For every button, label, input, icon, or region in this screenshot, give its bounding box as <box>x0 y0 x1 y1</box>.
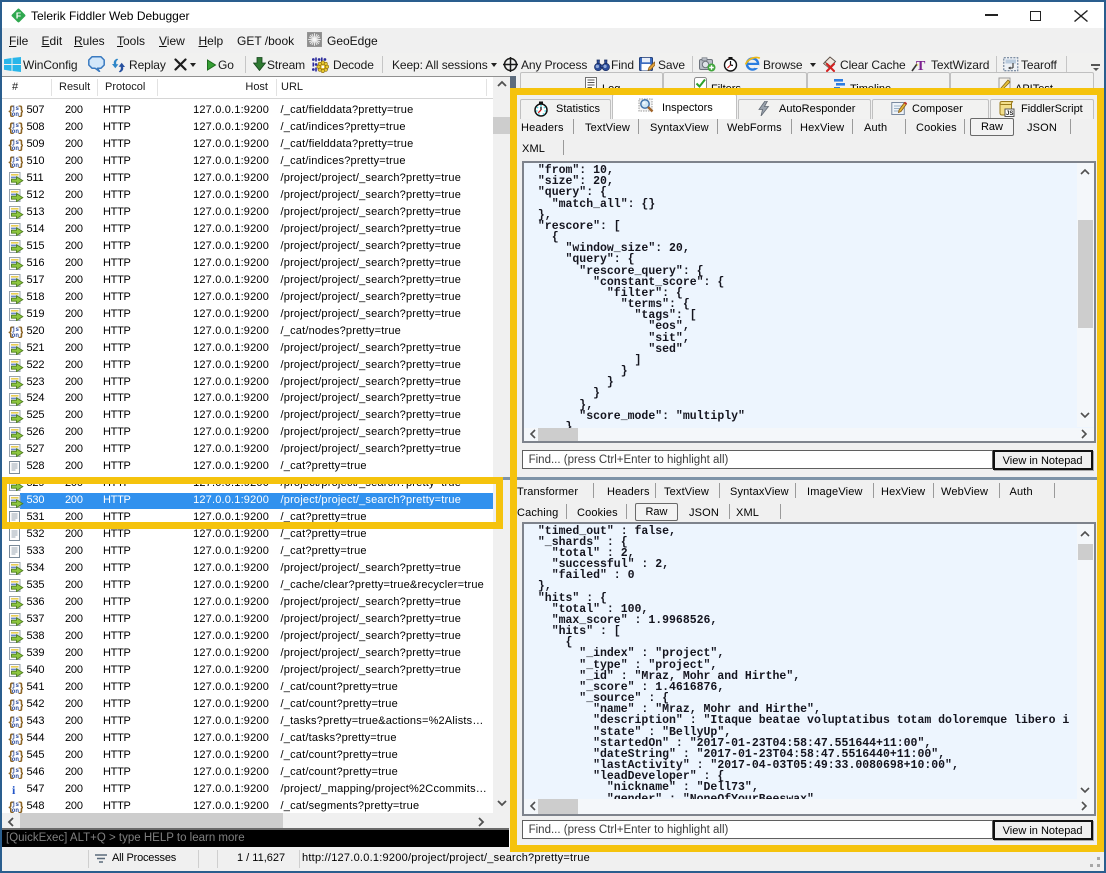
svg-text:on: on <box>12 162 20 168</box>
svg-text:on: on <box>12 688 20 694</box>
svg-text:on: on <box>12 722 20 728</box>
svg-text:on: on <box>12 111 20 117</box>
svg-text:on: on <box>12 705 20 711</box>
svg-text:on: on <box>12 756 20 762</box>
svg-text:on: on <box>12 128 20 134</box>
svg-text:on: on <box>12 773 20 779</box>
svg-text:i: i <box>12 783 16 796</box>
svg-text:on: on <box>12 332 20 338</box>
svg-text:on: on <box>12 145 20 151</box>
svg-text:on: on <box>12 739 20 745</box>
svg-text:F: F <box>16 11 21 21</box>
